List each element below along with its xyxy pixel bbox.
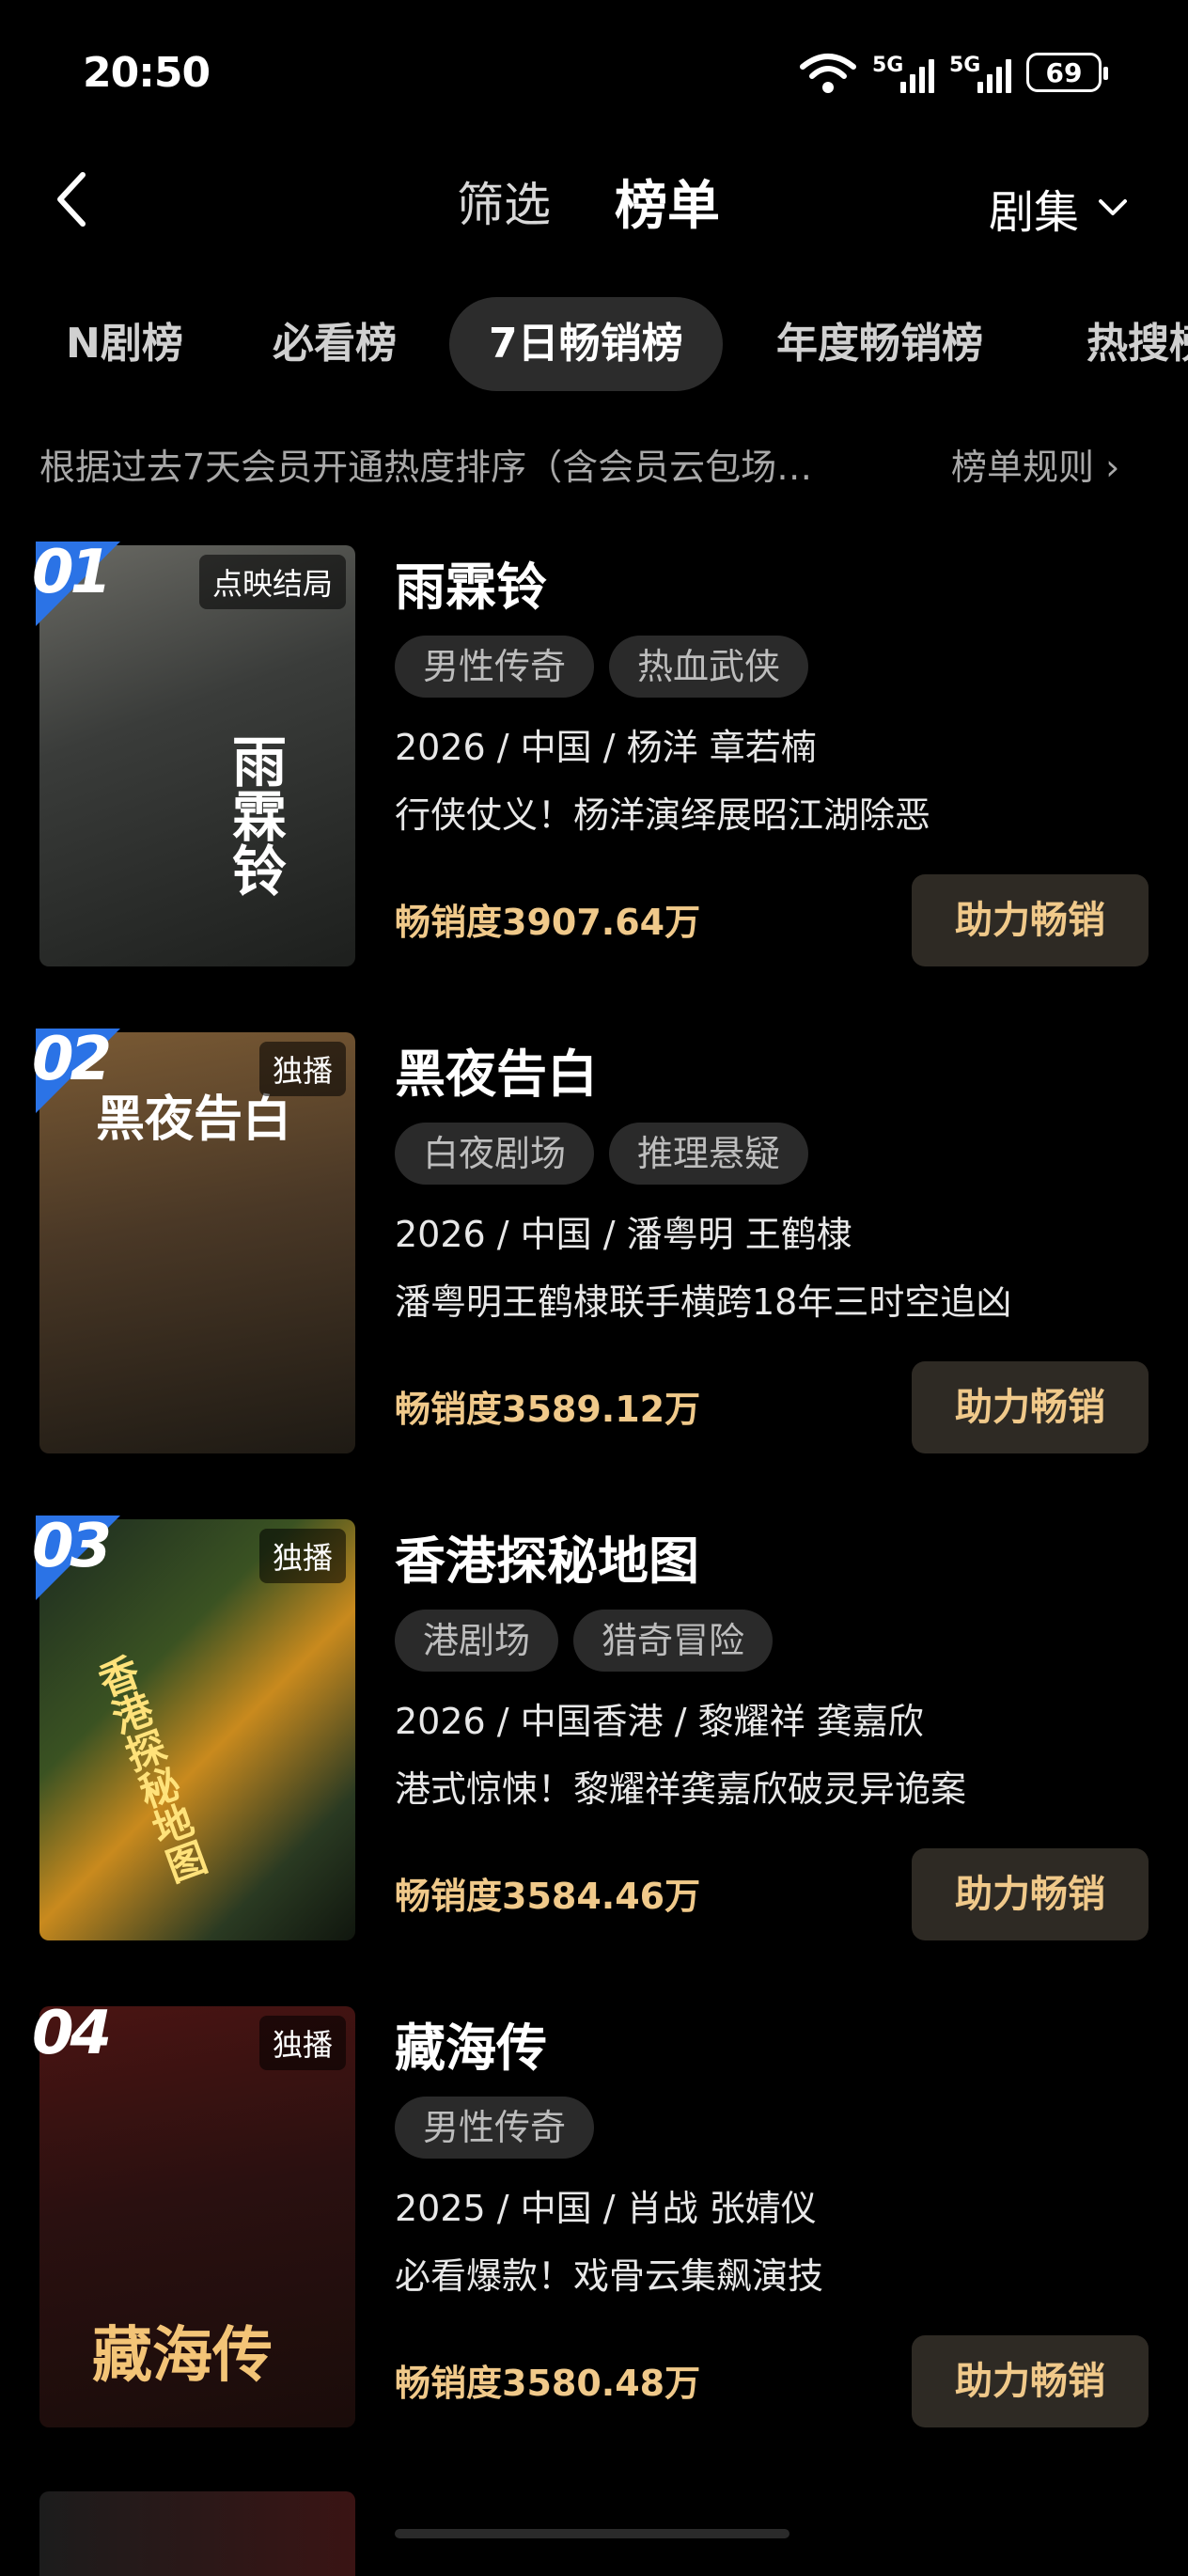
sales-score: 畅销度3584.46万 [395,1876,701,1917]
tag[interactable]: 猎奇冒险 [573,1610,774,1672]
tag-list: 白夜剧场 推理悬疑 [395,1123,809,1185]
item-meta: 2026 / 中国 / 潘粤明 王鹤棣 [395,1214,852,1255]
list-item[interactable]: 黑夜告白 独播 02 黑夜告白 白夜剧场 推理悬疑 2026 / 中国 / 潘粤… [0,1025,1188,1474]
category-dropdown[interactable]: 剧集 [989,175,1128,241]
sales-score: 畅销度3907.64万 [395,902,701,943]
item-title[interactable]: 香港探秘地图 [395,1519,699,1594]
ranking-tabs: N剧榜 必看榜 7日畅销榜 年度畅销榜 热搜榜 [0,297,1188,395]
poster-image[interactable]: 藏海传 独播 [39,2006,355,2427]
rank-number: 03 [32,1512,112,1581]
tag[interactable]: 热血武侠 [609,636,809,698]
list-item[interactable]: 藏海传 独播 04 藏海传 男性传奇 2025 / 中国 / 肖战 张婧仪 必看… [0,1999,1188,2448]
rank-number: 04 [32,1999,112,2068]
rank-number: 01 [32,538,112,607]
tag[interactable]: 港剧场 [395,1610,559,1672]
item-meta: 2026 / 中国 / 杨洋 章若楠 [395,727,817,768]
rank-tab[interactable]: 榜单 [615,164,720,240]
status-badge: 独播 [258,2016,346,2070]
tab-hot-search[interactable]: 热搜榜 [1086,297,1188,391]
status-badge: 点映结局 [198,555,346,609]
signal-2-icon: 5G [949,52,1011,93]
tab-n-drama[interactable]: N剧榜 [66,297,183,391]
sales-score: 畅销度3580.48万 [395,2363,701,2404]
item-meta: 2025 / 中国 / 肖战 张婧仪 [395,2188,817,2229]
tag[interactable]: 推理悬疑 [609,1123,809,1185]
boost-button[interactable]: 助力畅销 [912,874,1149,966]
tag[interactable]: 白夜剧场 [395,1123,595,1185]
item-intro: 潘粤明王鹤棣联手横跨18年三时空追凶 [395,1281,1012,1323]
item-title[interactable]: 藏海传 [395,2006,547,2081]
back-button[interactable] [53,171,90,228]
poster-title: 藏海传 [92,2321,273,2391]
signal-1-icon: 5G [872,52,934,93]
boost-button[interactable]: 助力畅销 [912,1361,1149,1453]
chevron-left-icon [57,172,86,227]
filter-tab[interactable]: 筛选 [457,167,551,235]
poster-title: 香港探秘地图 [87,1650,212,1889]
item-title[interactable]: 雨霖铃 [395,545,547,620]
next-item-peek [39,2491,355,2576]
tab-must-watch[interactable]: 必看榜 [273,297,397,391]
tag-list: 男性传奇 [395,2097,595,2159]
home-indicator [395,2529,789,2538]
chevron-down-icon [1099,199,1128,215]
poster-title: 雨霖铃 [223,733,287,897]
wifi-icon [800,54,856,93]
item-meta: 2026 / 中国香港 / 黎耀祥 龚嘉欣 [395,1701,924,1742]
rules-label: 榜单规则 [951,447,1095,488]
chevron-right-icon: › [1105,447,1120,488]
tag-list: 男性传奇 热血武侠 [395,636,809,698]
item-intro: 港式惊悚！黎耀祥龚嘉欣破灵异诡案 [395,1768,967,1810]
boost-button[interactable]: 助力畅销 [912,2335,1149,2427]
status-icons: 5G 5G 69 [799,49,1108,96]
item-title[interactable]: 黑夜告白 [395,1032,598,1107]
status-badge: 独播 [258,1529,346,1583]
tag-list: 港剧场 猎奇冒险 [395,1610,774,1672]
tab-7day-bestseller[interactable]: 7日畅销榜 [449,297,723,391]
sales-score: 畅销度3589.12万 [395,1389,701,1430]
status-badge: 独播 [258,1042,346,1096]
ranking-description: 根据过去7天会员开通热度排序（含会员云包场… [39,447,813,488]
list-item[interactable]: 雨霖铃 点映结局 01 雨霖铃 男性传奇 热血武侠 2026 / 中国 / 杨洋… [0,538,1188,987]
category-label: 剧集 [989,186,1080,239]
battery-icon: 69 [1026,53,1108,92]
list-item[interactable]: 香港探秘地图 独播 03 香港探秘地图 港剧场 猎奇冒险 2026 / 中国香港… [0,1512,1188,1961]
item-intro: 行侠仗义！杨洋演绎展昭江湖除恶 [395,794,931,836]
boost-button[interactable]: 助力畅销 [912,1848,1149,1940]
tag[interactable]: 男性传奇 [395,2097,595,2159]
rank-number: 02 [32,1025,112,1094]
item-intro: 必看爆款！戏骨云集飙演技 [395,2255,824,2297]
tag[interactable]: 男性传奇 [395,636,595,698]
status-time: 20:50 [83,49,211,97]
tab-annual-bestseller[interactable]: 年度畅销榜 [776,297,983,391]
rules-link[interactable]: 榜单规则 › [951,438,1119,490]
